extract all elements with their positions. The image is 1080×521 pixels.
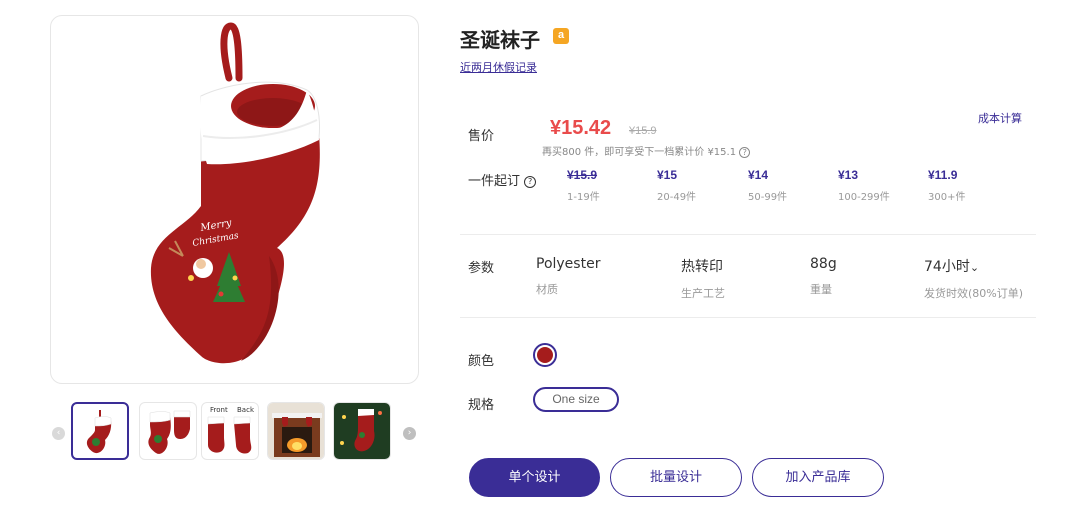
price-tier-4: ¥13 100-299件 <box>838 168 918 203</box>
thumbnail-3[interactable]: Front Back <box>201 402 259 460</box>
cost-calculation-link[interactable]: 成本计算 <box>978 110 1022 126</box>
param-material: Polyester 材质 <box>536 256 600 297</box>
thumbnail-5[interactable] <box>333 402 391 460</box>
param-weight: 88g 重量 <box>810 256 837 297</box>
moq-label-text: 一件起订 <box>468 174 521 189</box>
param-value: Polyester <box>536 256 601 272</box>
param-shipping-time[interactable]: 74小时⌄ 发货时效(80%订单) <box>924 256 1023 301</box>
param-value: 74小时⌄ <box>924 256 1023 276</box>
price-tier-3: ¥14 50-99件 <box>748 168 828 203</box>
tier-price: ¥15 <box>657 168 678 182</box>
size-option-one-size[interactable]: One size <box>533 387 619 412</box>
param-key: 材质 <box>536 283 558 296</box>
batch-design-button[interactable]: 批量设计 <box>610 458 742 497</box>
divider <box>460 317 1036 318</box>
color-swatch-red[interactable] <box>533 343 557 367</box>
params-label: 参数 <box>468 261 495 276</box>
param-process: 热转印 生产工艺 <box>681 256 725 301</box>
price-label: 售价 <box>468 129 495 144</box>
param-key: 发货时效(80%订单) <box>924 287 1024 300</box>
chevron-left-icon[interactable]: ‹ <box>52 427 65 440</box>
chevron-right-icon[interactable]: › <box>403 427 416 440</box>
single-design-button[interactable]: 单个设计 <box>469 458 600 497</box>
front-back-thumbnail-icon <box>207 416 252 454</box>
thumbnail-4[interactable] <box>267 402 325 460</box>
moq-label: 一件起订 ? <box>468 170 537 189</box>
tier-quantity: 50-99件 <box>748 192 788 203</box>
original-price: ¥15.9 <box>629 125 657 137</box>
color-label: 颜色 <box>468 354 495 369</box>
christmas-tree-scene-icon <box>334 403 390 459</box>
chevron-down-icon[interactable]: ⌄ <box>970 261 979 274</box>
tier-quantity: 100-299件 <box>838 192 890 203</box>
product-title: 圣诞袜子 <box>460 28 540 52</box>
thumbnail-1[interactable] <box>71 402 129 460</box>
tier-price: ¥11.9 <box>928 168 958 182</box>
holiday-record-link[interactable]: 近两月休假记录 <box>460 59 537 75</box>
price-tier-5: ¥11.9 300+件 <box>928 168 1008 203</box>
current-price: ¥15.42 <box>550 117 612 139</box>
main-product-image: Merry Christmas <box>50 15 419 384</box>
christmas-stocking-image: Merry Christmas <box>150 22 320 364</box>
stocking-thumbnail-icon <box>148 410 191 454</box>
param-key: 生产工艺 <box>681 287 725 300</box>
shipping-time-value: 74小时 <box>924 259 970 275</box>
tier-price: ¥14 <box>748 168 769 182</box>
param-value: 热转印 <box>681 259 723 275</box>
fireplace-scene-icon <box>268 403 324 459</box>
price-tier-2: ¥15 20-49件 <box>657 168 737 203</box>
param-key: 重量 <box>810 283 832 296</box>
price-tier-note: 再买800 件，即可享受下一档累计价 ¥15.1 ? <box>542 143 751 158</box>
price-tier-note-text: 再买800 件，即可享受下一档累计价 ¥15.1 <box>542 147 737 158</box>
divider <box>460 234 1036 235</box>
price-tier-1: ¥15.9 1-19件 <box>567 168 647 203</box>
thumbnail-strip: ‹ Front Back › <box>50 400 419 462</box>
stocking-thumbnail-icon <box>86 410 112 454</box>
size-label: 规格 <box>468 398 495 413</box>
tier-quantity: 300+件 <box>928 192 966 203</box>
add-to-library-button[interactable]: 加入产品库 <box>752 458 884 497</box>
tier-quantity: 20-49件 <box>657 192 697 203</box>
param-value: 88g <box>810 256 837 272</box>
tier-price: ¥13 <box>838 168 859 182</box>
color-dot <box>537 347 553 363</box>
help-icon[interactable]: ? <box>739 146 751 158</box>
thumbnail-2[interactable] <box>139 402 197 460</box>
tier-price: ¥15.9 <box>567 168 598 182</box>
tier-quantity: 1-19件 <box>567 192 600 203</box>
amazon-badge-icon: a <box>553 28 569 44</box>
help-icon[interactable]: ? <box>524 175 537 188</box>
